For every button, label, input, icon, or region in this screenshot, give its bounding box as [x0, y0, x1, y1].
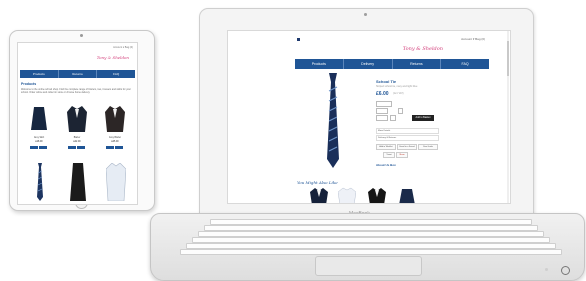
tablet-product-card[interactable]: Grey Blazer £45.00 — [100, 104, 130, 156]
laptop-camera — [364, 13, 367, 16]
product-subtitle: Striped school tie, navy and light blue — [376, 85, 418, 88]
blazer-icon — [67, 106, 87, 132]
sleep-indicator — [545, 268, 548, 271]
share-button[interactable]: Share — [396, 152, 408, 158]
page-scrollbar-thumb[interactable] — [507, 41, 509, 76]
tablet-nav-products[interactable]: Products — [20, 70, 59, 78]
laptop-flag-icon — [297, 38, 300, 41]
skirt-icon[interactable] — [398, 187, 416, 204]
tablet-nav: Products Returns FAQ — [20, 70, 135, 78]
product-title: School Tie — [376, 79, 397, 84]
laptop-logo[interactable]: Tony & Sheldon — [403, 46, 443, 52]
power-button[interactable] — [561, 266, 570, 275]
laptop-screen: Account ▾ Bag (0) Tony & Sheldon Product… — [227, 30, 511, 204]
shirt-icon[interactable] — [338, 187, 356, 204]
tablet-product-buttons — [106, 146, 123, 149]
tablet-product-name: Grey Skirt — [33, 137, 45, 139]
laptop-nav-returns[interactable]: Returns — [393, 59, 442, 69]
tablet-buy-button[interactable] — [115, 146, 123, 149]
option-checkbox[interactable] — [398, 108, 403, 114]
quantity-stepper[interactable] — [376, 115, 388, 121]
tablet-product-name: Grey Blazer — [108, 137, 122, 139]
price-note: (Incl. VAT) — [393, 93, 404, 95]
tablet-product-buttons — [68, 146, 85, 149]
keyboard-row — [180, 249, 562, 255]
tie-icon[interactable] — [36, 163, 44, 201]
skirt-icon — [31, 107, 47, 130]
details-row[interactable]: More Details — [376, 128, 439, 134]
size-select[interactable] — [376, 101, 392, 107]
tablet-view-button[interactable] — [68, 146, 76, 149]
blazer-icon — [105, 106, 125, 132]
email-friend-button[interactable]: Email to a Friend — [397, 144, 417, 150]
about-heading: About Us Box — [376, 163, 396, 167]
tablet-product-price: £18.00 — [35, 141, 43, 143]
tablet-product-buttons — [30, 146, 47, 149]
quantity-plus-button[interactable] — [390, 115, 396, 121]
laptop-nav-products[interactable]: Products — [295, 59, 344, 69]
tie-icon — [327, 73, 339, 168]
laptop-nav: Products Delivery Returns FAQ — [295, 59, 489, 69]
shirt-icon[interactable] — [106, 163, 126, 201]
tablet-page-title: Products — [21, 82, 37, 86]
tablet-product-price: £45.00 — [111, 141, 119, 143]
tablet-buy-button[interactable] — [39, 146, 47, 149]
delivery-row[interactable]: Delivery & Returns — [376, 135, 439, 141]
tablet-product-name: Blazer — [73, 137, 81, 139]
tablet-view-button[interactable] — [30, 146, 38, 149]
product-price: £6.00 — [376, 91, 389, 97]
tablet-nav-faq[interactable]: FAQ — [97, 70, 135, 78]
tablet-view-button[interactable] — [106, 146, 114, 149]
colour-select[interactable] — [376, 108, 388, 114]
tablet-product-card[interactable]: Grey Skirt £18.00 — [24, 104, 54, 156]
tablet-product-card[interactable]: Blazer £42.00 — [62, 104, 92, 156]
add-to-basket-button[interactable]: Add to Basket — [412, 115, 434, 121]
tablet-screen: Account ▾ Bag (0) Tony & Sheldon Product… — [17, 42, 138, 205]
wishlist-button[interactable]: Add to Wishlist — [376, 144, 396, 150]
blazer-icon[interactable] — [310, 187, 328, 204]
tablet-nav-returns[interactable]: Returns — [59, 70, 98, 78]
tablet-camera — [80, 34, 83, 37]
size-guide-button[interactable]: Size Guide — [418, 144, 438, 150]
laptop-trackpad[interactable] — [315, 256, 422, 276]
laptop-keyboard — [180, 219, 562, 257]
tablet-logo[interactable]: Tony & Sheldon — [97, 55, 129, 60]
laptop-account-link[interactable]: Account ▾ Bag (0) — [461, 37, 485, 41]
may-also-like-heading: You Might Also Like — [297, 180, 338, 185]
tablet-account-link[interactable]: Account ▾ Bag (0) — [113, 46, 133, 49]
tweet-button[interactable]: Tweet — [383, 152, 395, 158]
tablet-buy-button[interactable] — [77, 146, 85, 149]
laptop-nav-faq[interactable]: FAQ — [441, 59, 489, 69]
blazer-icon[interactable] — [368, 187, 386, 204]
tablet-product-price: £42.00 — [73, 141, 81, 143]
tablet-intro-text: Welcome to the online school shop. Find … — [21, 88, 131, 95]
laptop-nav-delivery[interactable]: Delivery — [344, 59, 393, 69]
skirt-icon[interactable] — [70, 163, 86, 201]
